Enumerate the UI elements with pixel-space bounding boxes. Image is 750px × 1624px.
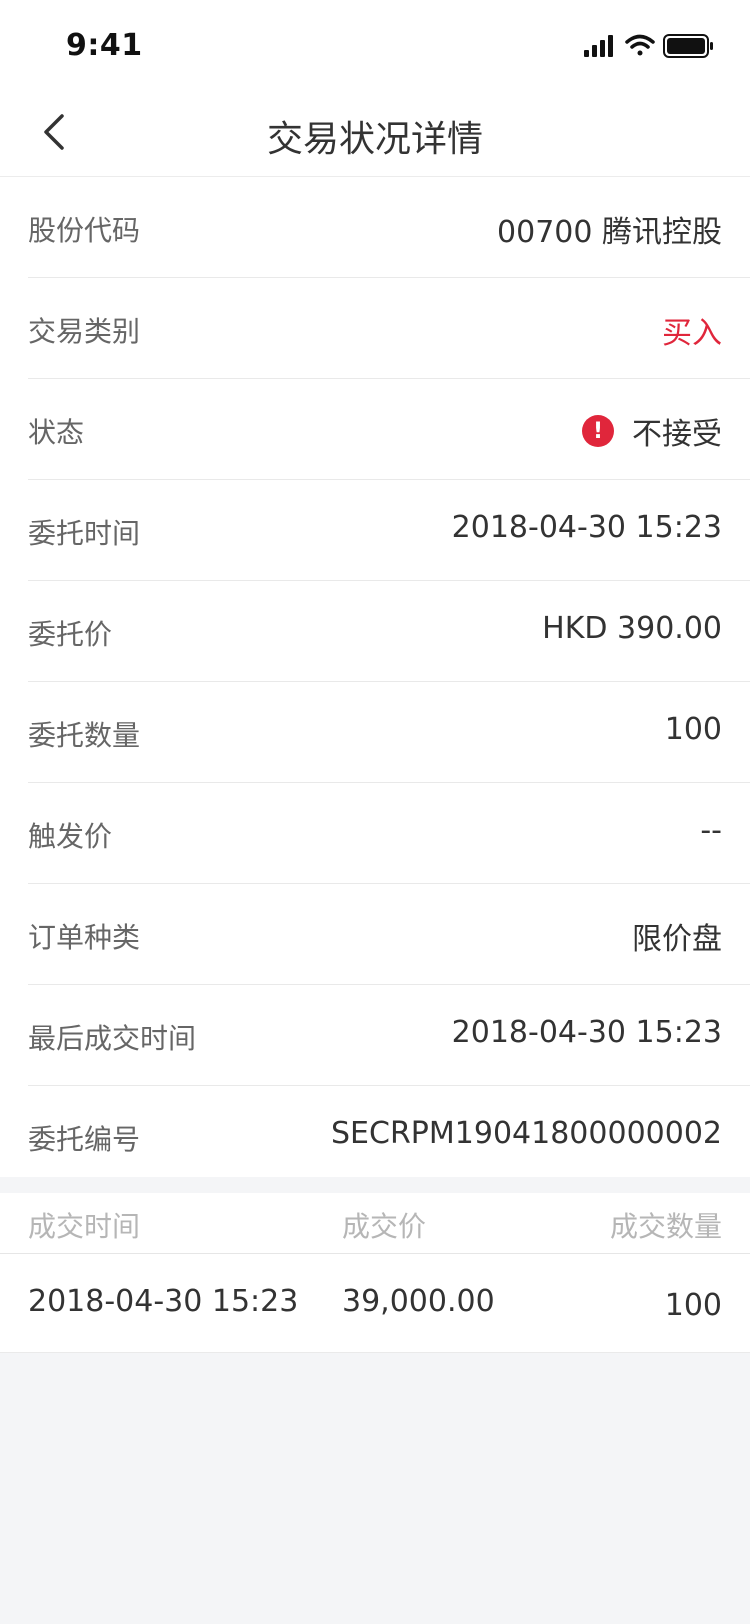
trades-table-header: 成交时间 成交价 成交数量 xyxy=(0,1193,750,1254)
table-row: 2018-04-30 15:23 39,000.00 100 xyxy=(0,1254,750,1353)
column-header-fill-quantity: 成交数量 xyxy=(609,1210,722,1243)
detail-label: 委托价 xyxy=(28,618,113,651)
detail-value: -- xyxy=(700,813,722,848)
detail-value: 2018-04-30 15:23 xyxy=(451,510,722,545)
detail-value: HKD 390.00 xyxy=(542,611,722,646)
detail-row-trigger-price: 触发价 -- xyxy=(28,783,750,884)
detail-label: 触发价 xyxy=(28,820,113,853)
column-header-fill-price: 成交价 xyxy=(342,1210,427,1243)
detail-row-last-fill-time: 最后成交时间 2018-04-30 15:23 xyxy=(28,985,750,1086)
detail-label: 交易类别 xyxy=(28,315,141,348)
status-text: 不接受 xyxy=(632,417,722,452)
detail-row-stock-code: 股份代码 00700 腾讯控股 xyxy=(28,177,750,278)
status-time: 9:41 xyxy=(66,28,143,63)
detail-value: 买入 xyxy=(662,316,722,351)
cell-fill-price: 39,000.00 xyxy=(342,1284,495,1319)
detail-row-trade-type: 交易类别 买入 xyxy=(28,278,750,379)
detail-label: 订单种类 xyxy=(28,921,141,954)
detail-value: SECRPM19041800000002 xyxy=(331,1116,722,1151)
detail-row-order-number: 委托编号 SECRPM19041800000002 xyxy=(28,1086,750,1186)
status-icons xyxy=(584,34,713,58)
signal-icon xyxy=(584,35,613,57)
detail-row-order-quantity: 委托数量 100 xyxy=(28,682,750,783)
detail-value: 限价盘 xyxy=(632,922,722,957)
detail-label: 股份代码 xyxy=(28,214,141,247)
detail-row-order-price: 委托价 HKD 390.00 xyxy=(28,581,750,682)
wifi-icon xyxy=(625,34,655,56)
detail-label: 委托编号 xyxy=(28,1123,141,1156)
detail-row-status: 状态 ! 不接受 xyxy=(28,379,750,480)
column-header-fill-time: 成交时间 xyxy=(28,1210,141,1243)
detail-label: 最后成交时间 xyxy=(28,1022,197,1055)
alert-icon: ! xyxy=(582,415,614,447)
detail-row-order-time: 委托时间 2018-04-30 15:23 xyxy=(28,480,750,581)
section-separator xyxy=(0,1177,750,1193)
order-details: 股份代码 00700 腾讯控股 交易类别 买入 状态 ! 不接受 委托时间 20… xyxy=(0,177,750,1186)
detail-row-order-type: 订单种类 限价盘 xyxy=(28,884,750,985)
detail-value: 100 xyxy=(664,712,722,747)
status-bar: 9:41 xyxy=(0,0,750,88)
page-title: 交易状况详情 xyxy=(266,119,483,160)
cell-fill-quantity: 100 xyxy=(664,1288,722,1323)
nav-bar: 交易状况详情 xyxy=(0,88,750,177)
cell-fill-time: 2018-04-30 15:23 xyxy=(28,1284,299,1319)
status-value: ! 不接受 xyxy=(582,409,722,453)
detail-value: 2018-04-30 15:23 xyxy=(451,1015,722,1050)
detail-label: 委托数量 xyxy=(28,719,141,752)
detail-value: 00700 腾讯控股 xyxy=(497,215,722,250)
detail-label: 状态 xyxy=(28,416,85,449)
battery-icon xyxy=(663,34,713,58)
detail-label: 委托时间 xyxy=(28,517,141,550)
